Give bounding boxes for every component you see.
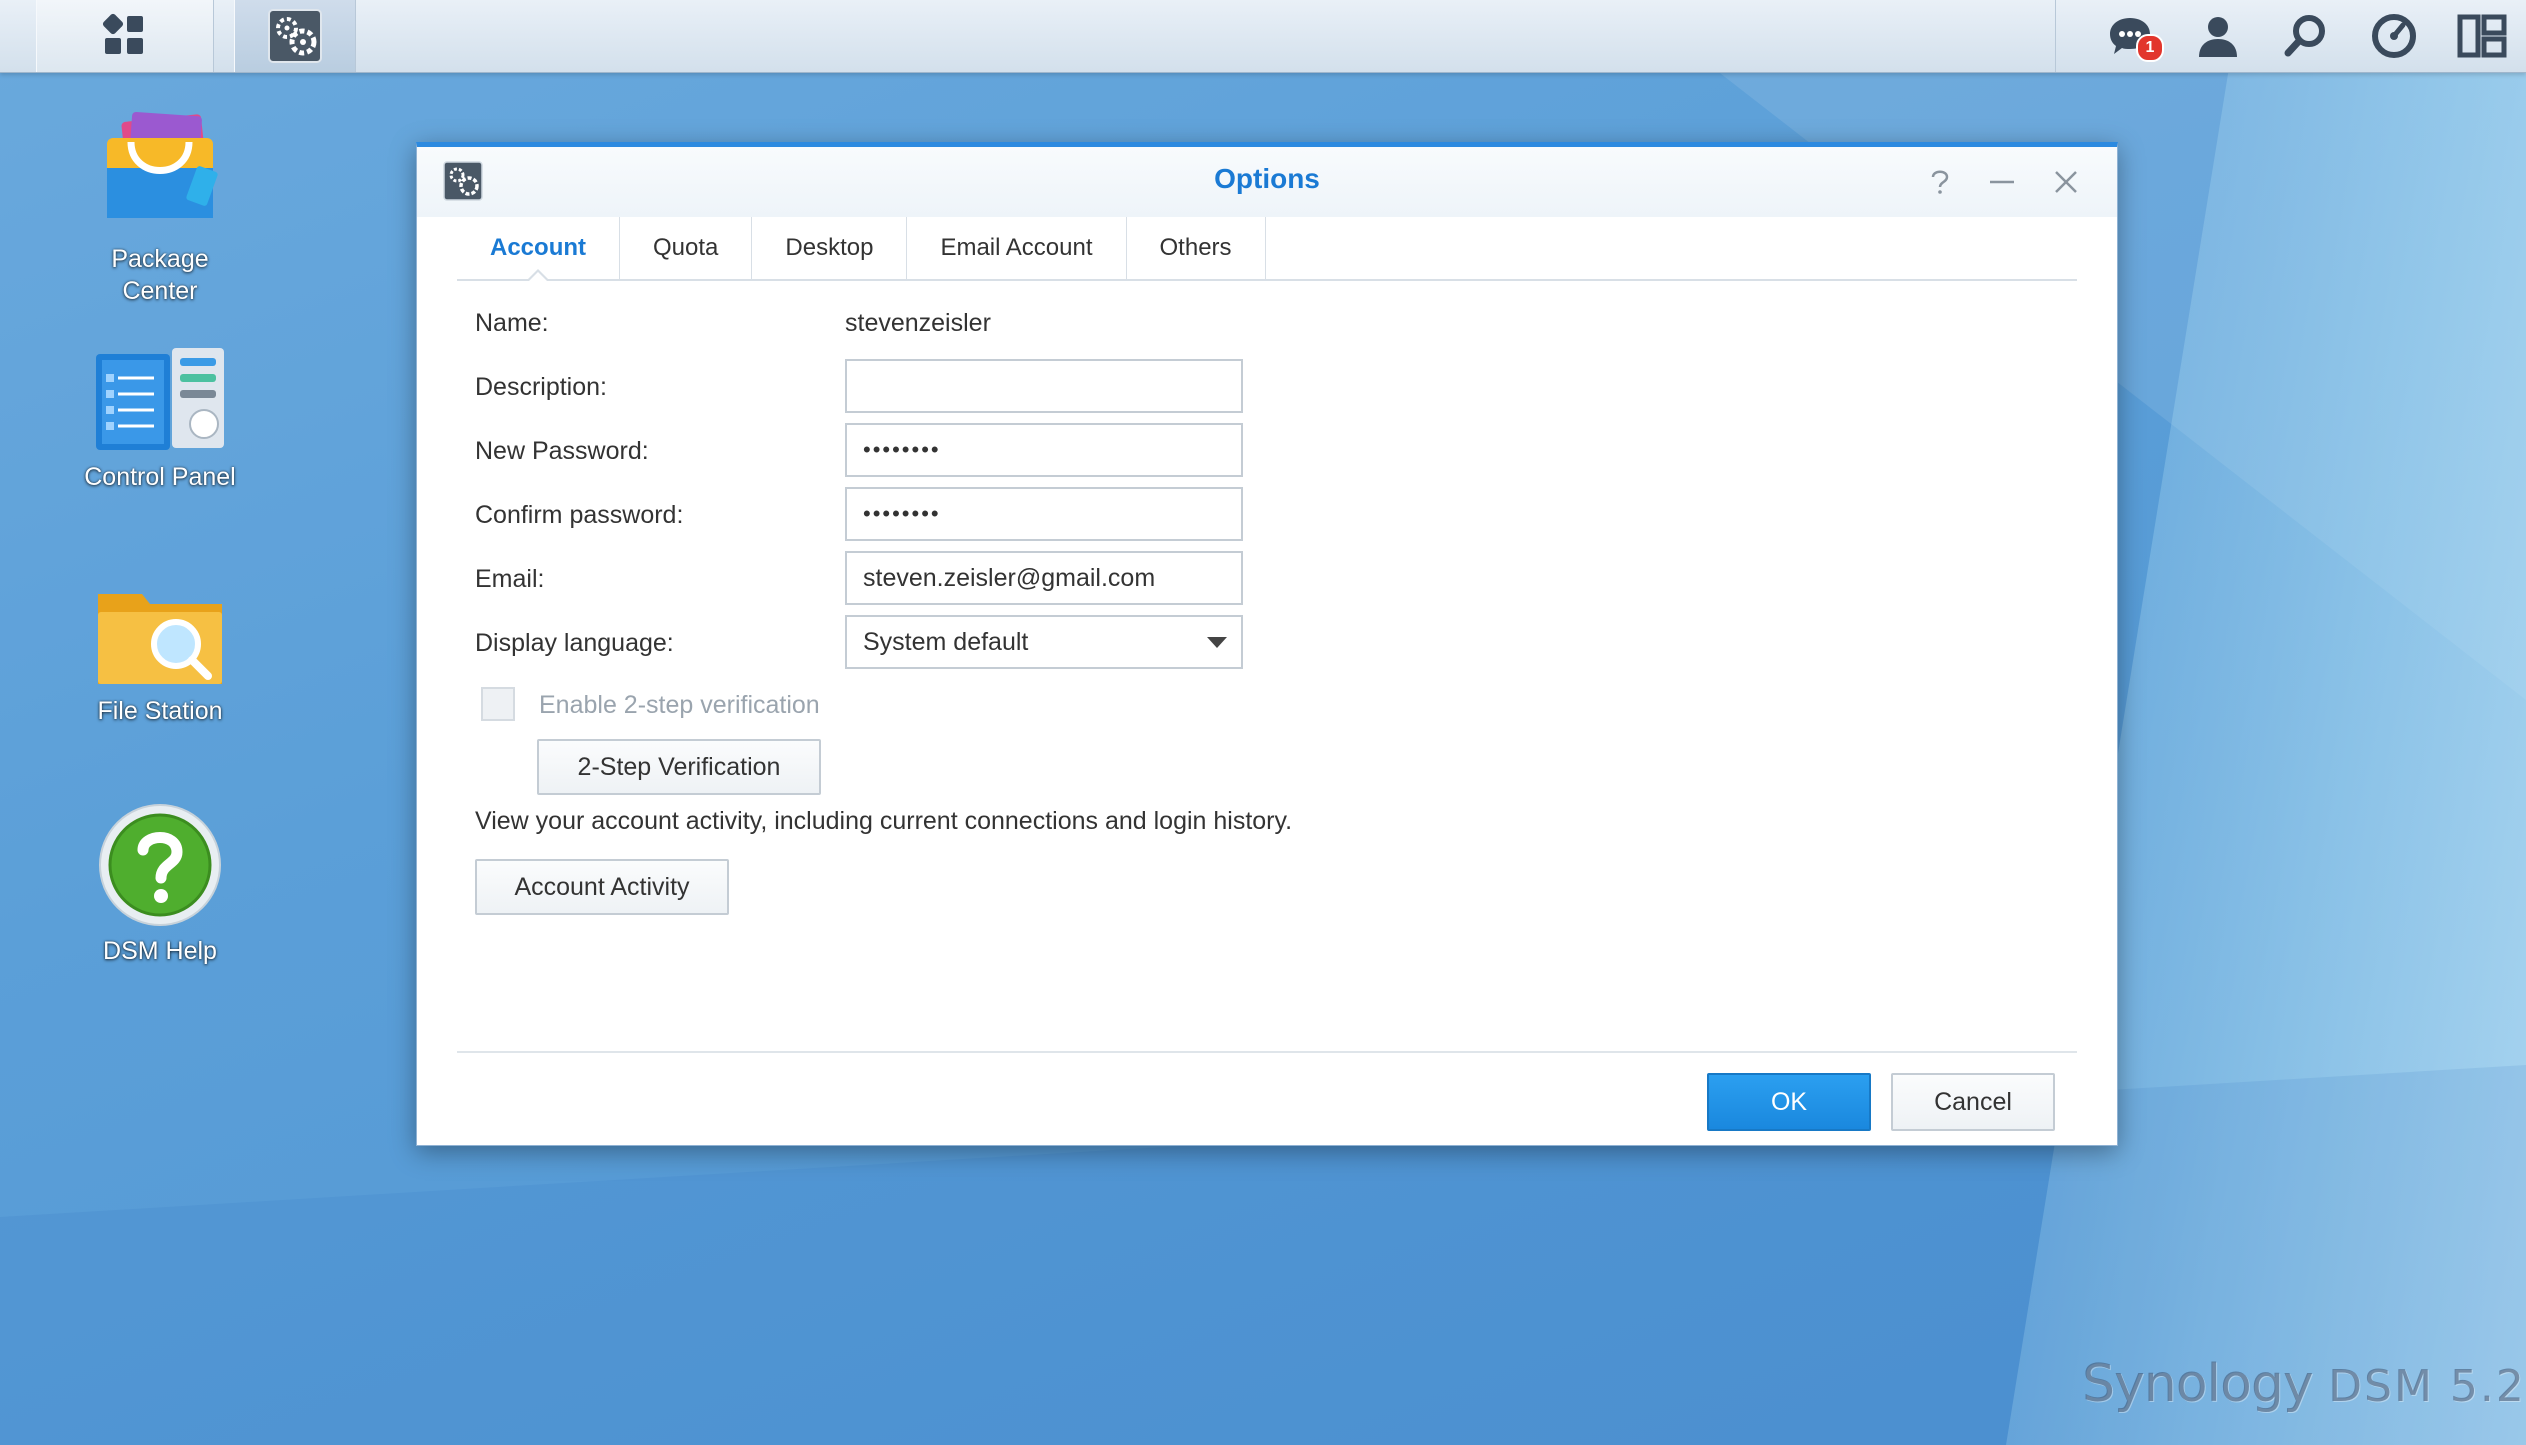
tab-email-account[interactable]: Email Account <box>907 217 1127 279</box>
synology-watermark: Synology DSM 5.2 <box>2082 1354 2526 1414</box>
resource-monitor-icon <box>2372 14 2416 58</box>
cancel-button[interactable]: Cancel <box>1891 1073 2055 1131</box>
control-panel-label: Control Panel <box>84 463 236 491</box>
two-step-verification-button[interactable]: 2-Step Verification <box>537 739 821 795</box>
tab-desktop[interactable]: Desktop <box>752 217 908 279</box>
file-station-icon <box>98 594 222 684</box>
package-center-label-line1: Package <box>111 245 209 273</box>
dsm-help-icon <box>99 804 221 926</box>
close-button[interactable] <box>2049 165 2083 199</box>
tab-others[interactable]: Others <box>1127 217 1266 279</box>
dialog-header[interactable]: Options <box>417 147 2117 217</box>
taskbar-options-app[interactable] <box>234 0 356 72</box>
email-input[interactable] <box>845 551 1243 605</box>
taskbar-tray: 1 <box>2055 0 2526 72</box>
display-language-value: System default <box>863 628 1029 656</box>
options-dialog: Options Account Quota Desktop Email Acco… <box>416 142 2118 1146</box>
control-panel-icon <box>96 348 224 450</box>
help-icon <box>1931 170 1949 194</box>
watermark-brand: Synology <box>2082 1354 2314 1414</box>
dsm-help-label: DSM Help <box>103 937 217 965</box>
search-button[interactable] <box>2262 0 2350 72</box>
account-activity-button[interactable]: Account Activity <box>475 859 729 915</box>
footer-divider <box>457 1051 2077 1053</box>
chevron-down-icon <box>1207 637 1227 648</box>
taskbar: 1 <box>0 0 2526 73</box>
confirm-password-input[interactable]: •••••••• <box>845 487 1243 541</box>
display-language-label: Display language: <box>475 629 674 657</box>
search-icon <box>2284 15 2325 57</box>
widgets-icon <box>2457 14 2507 58</box>
new-password-input[interactable]: •••••••• <box>845 423 1243 477</box>
notifications-button[interactable]: 1 <box>2086 0 2174 72</box>
tab-quota[interactable]: Quota <box>620 217 753 279</box>
notification-count-badge: 1 <box>2136 34 2164 62</box>
user-icon <box>2199 17 2237 57</box>
account-activity-description: View your account activity, including cu… <box>475 807 1293 835</box>
new-password-label: New Password: <box>475 437 649 465</box>
confirm-password-label: Confirm password: <box>475 501 684 529</box>
main-menu-icon <box>102 13 143 54</box>
help-button[interactable] <box>1923 165 1957 199</box>
file-station-label: File Station <box>97 697 223 725</box>
main-menu-button[interactable] <box>36 0 214 72</box>
options-app-icon <box>268 9 322 63</box>
two-step-checkbox-label: Enable 2-step verification <box>539 691 820 719</box>
dialog-tabs: Account Quota Desktop Email Account Othe… <box>457 217 2077 282</box>
resource-monitor-button[interactable] <box>2350 0 2438 72</box>
description-input[interactable] <box>845 359 1243 413</box>
user-button[interactable] <box>2174 0 2262 72</box>
dsm-help-shortcut[interactable]: DSM Help <box>60 800 260 967</box>
file-station-shortcut[interactable]: File Station <box>60 580 260 727</box>
display-language-select[interactable]: System default <box>845 615 1243 669</box>
widgets-button[interactable] <box>2438 0 2526 72</box>
minimize-button[interactable] <box>1985 165 2019 199</box>
control-panel-shortcut[interactable]: Control Panel <box>60 346 260 493</box>
email-label: Email: <box>475 565 545 593</box>
name-label: Name: <box>475 309 549 337</box>
two-step-checkbox[interactable] <box>481 687 515 721</box>
watermark-version: DSM 5.2 <box>2328 1361 2526 1412</box>
package-center-shortcut[interactable]: Package Center <box>60 108 260 307</box>
name-value: stevenzeisler <box>845 309 991 337</box>
dialog-title: Options <box>1214 163 1320 194</box>
close-icon <box>2055 171 2077 193</box>
tab-account[interactable]: Account <box>457 217 620 282</box>
description-label: Description: <box>475 373 607 401</box>
package-center-icon <box>107 111 218 218</box>
ok-button[interactable]: OK <box>1707 1073 1871 1131</box>
minimize-icon <box>1990 180 2014 184</box>
package-center-label-line2: Center <box>122 277 198 305</box>
